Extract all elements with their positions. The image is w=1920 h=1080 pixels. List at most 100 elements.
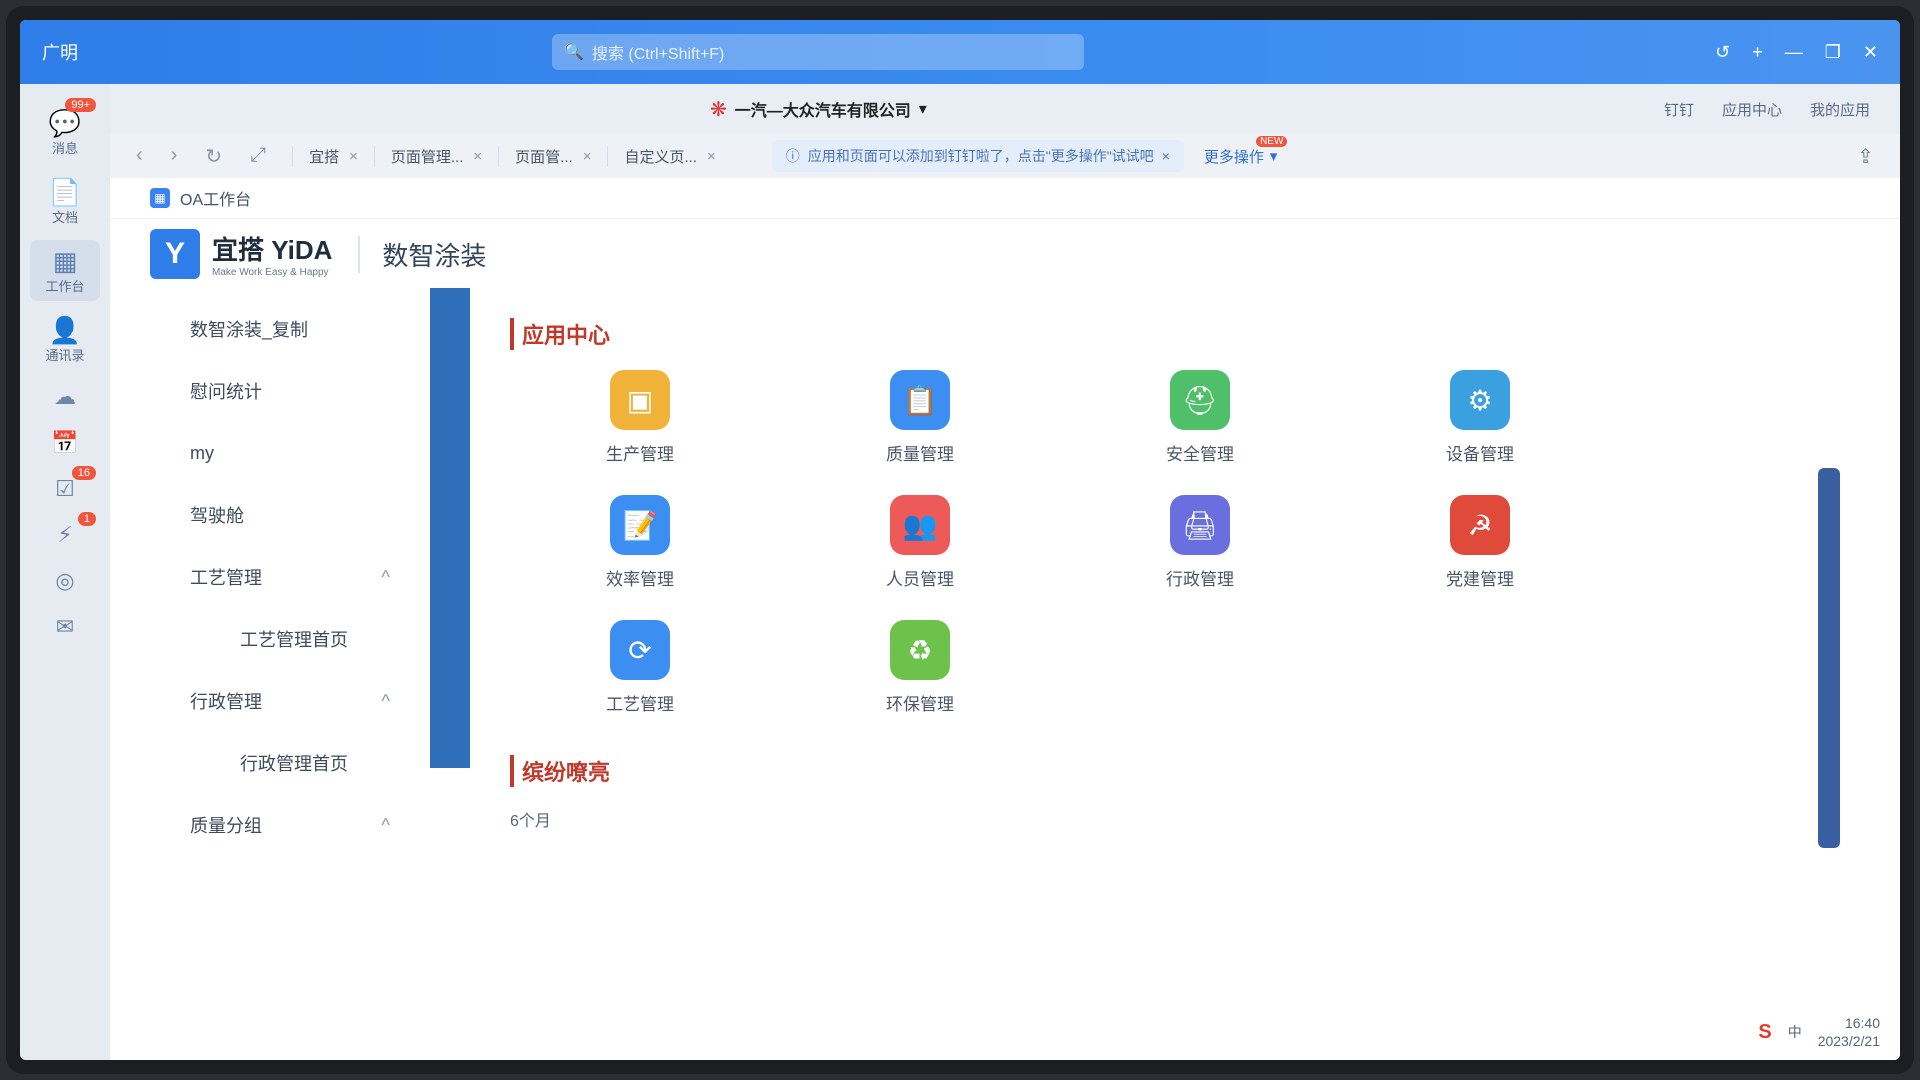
taskbar-tray: S 中 16:40 2023/2/21 bbox=[1758, 1014, 1880, 1050]
app-tile[interactable]: ☭ 党建管理 bbox=[1350, 495, 1610, 590]
chevron-up-icon[interactable]: ^ bbox=[382, 567, 390, 588]
window-controls: ↺ + — ❐ ✕ bbox=[1715, 42, 1900, 63]
close-tab-icon[interactable]: × bbox=[583, 148, 592, 165]
rail-apps[interactable]: ◎ bbox=[30, 562, 100, 600]
app-center-title: 应用中心 bbox=[510, 318, 1860, 350]
banner-strip bbox=[430, 288, 470, 768]
nav-subitem[interactable]: 行政管理首页 bbox=[110, 732, 430, 794]
app-label: 党建管理 bbox=[1446, 570, 1514, 589]
rail-item-contacts[interactable]: 👤 通讯录 bbox=[30, 309, 100, 370]
close-tab-icon[interactable]: × bbox=[473, 148, 482, 165]
title-bar: 广明 🔍 搜索 (Ctrl+Shift+F) ↺ + — ❐ ✕ bbox=[20, 20, 1900, 84]
rail-ding[interactable]: 1 ⚡ bbox=[30, 512, 100, 554]
more-actions-button[interactable]: 更多操作 ▾ NEW bbox=[1204, 135, 1288, 167]
chevron-up-icon[interactable]: ^ bbox=[382, 691, 390, 712]
nav-label: 行政管理首页 bbox=[240, 754, 348, 774]
app-tile[interactable]: 📝 效率管理 bbox=[510, 495, 770, 590]
refresh-icon[interactable]: ↻ bbox=[205, 144, 222, 169]
share-icon[interactable]: ⇪ bbox=[1857, 144, 1900, 169]
apps-icon: ◎ bbox=[55, 568, 75, 593]
app-grid: ▣ 生产管理 📋 质量管理 ⛑ 安全管理 ⚙ 设备管理 📝 效率管理 👥 人员管理 🖨 行政管理 ☭ 党建管理… bbox=[510, 370, 1860, 715]
header-link-dingtalk[interactable]: 钉钉 bbox=[1664, 99, 1694, 120]
search-placeholder: 搜索 (Ctrl+Shift+F) bbox=[591, 46, 725, 63]
rail-label: 通讯录 bbox=[45, 348, 85, 363]
nav-item[interactable]: 慰问统计 bbox=[110, 360, 430, 422]
app-tile[interactable]: ⚙ 设备管理 bbox=[1350, 370, 1610, 465]
add-icon[interactable]: + bbox=[1752, 42, 1763, 63]
close-tip-icon[interactable]: × bbox=[1162, 148, 1170, 164]
app-tile[interactable]: ⛑ 安全管理 bbox=[1070, 370, 1330, 465]
app-label: 质量管理 bbox=[886, 445, 954, 464]
rail-cloud[interactable]: ☁ bbox=[30, 378, 100, 416]
side-nav: 数智涂装_复制 慰问统计 my 驾驶舱 工艺管理 ^ 工艺管理首页 行政管理 ^ 行… bbox=[110, 288, 430, 1060]
rail-label: 文档 bbox=[51, 210, 78, 225]
search-input[interactable]: 🔍 搜索 (Ctrl+Shift+F) bbox=[552, 34, 1084, 70]
maximize-icon[interactable]: ❐ bbox=[1825, 42, 1841, 63]
oa-label: OA工作台 bbox=[180, 192, 252, 209]
todo-badge: 16 bbox=[71, 466, 96, 480]
header-link-app-center[interactable]: 应用中心 bbox=[1722, 99, 1782, 120]
nav-label: my bbox=[190, 442, 214, 463]
tab-page-mgmt[interactable]: 页面管理... × bbox=[373, 145, 498, 167]
app-tile[interactable]: ♻ 环保管理 bbox=[790, 620, 1050, 715]
nav-group[interactable]: 行政管理 ^ bbox=[110, 670, 430, 732]
app-label: 安全管理 bbox=[1166, 445, 1234, 464]
rail-mail[interactable]: ✉ bbox=[30, 608, 100, 646]
tab-yida[interactable]: 宜搭 × bbox=[292, 145, 374, 167]
chevron-down-icon: ▾ bbox=[918, 101, 927, 118]
nav-label: 工艺管理首页 bbox=[240, 630, 348, 650]
tab-page-mgmt-2[interactable]: 页面管... × bbox=[498, 145, 607, 167]
app-tile[interactable]: ⟳ 工艺管理 bbox=[510, 620, 770, 715]
app-tile[interactable]: 📋 质量管理 bbox=[790, 370, 1050, 465]
calendar-icon: 📅 bbox=[51, 430, 79, 455]
scrollbar[interactable] bbox=[1818, 468, 1840, 848]
main-panel: 应用中心 ▣ 生产管理 📋 质量管理 ⛑ 安全管理 ⚙ 设备管理 📝 效率管理 👥 人员管理 🖨 行政管理… bbox=[470, 288, 1900, 1060]
nav-item[interactable]: 驾驶舱 bbox=[110, 484, 430, 546]
mail-icon: ✉ bbox=[55, 614, 75, 639]
browser-nav: ‹ › ↻ ⤢ bbox=[110, 144, 292, 169]
fullscreen-icon[interactable]: ⤢ bbox=[250, 144, 266, 169]
tab-custom-page[interactable]: 自定义页... × bbox=[607, 145, 731, 167]
close-icon[interactable]: ✕ bbox=[1863, 42, 1878, 63]
clock[interactable]: 16:40 2023/2/21 bbox=[1818, 1014, 1880, 1050]
rail-item-messages[interactable]: 99+ 💬 消息 bbox=[30, 98, 100, 163]
nav-label: 慰问统计 bbox=[190, 382, 262, 402]
app-tile[interactable]: 👥 人员管理 bbox=[790, 495, 1050, 590]
company-switcher[interactable]: ❋ 一汽—大众汽车有限公司 ▾ bbox=[710, 97, 927, 122]
forward-icon[interactable]: › bbox=[171, 144, 178, 169]
rail-item-docs[interactable]: 📄 文档 bbox=[30, 171, 100, 232]
document-icon: 📄 bbox=[48, 177, 82, 207]
user-name: 广明 bbox=[42, 43, 78, 63]
history-icon[interactable]: ↺ bbox=[1715, 42, 1730, 63]
minimize-icon[interactable]: — bbox=[1785, 42, 1803, 63]
close-tab-icon[interactable]: × bbox=[349, 148, 358, 165]
yida-logo: Y bbox=[150, 229, 200, 279]
tip-banner: ⓘ 应用和页面可以添加到钉钉啦了，点击"更多操作"试试吧 × bbox=[771, 140, 1184, 172]
message-icon: 💬 bbox=[48, 108, 82, 138]
rail-item-workbench[interactable]: ▦ 工作台 bbox=[30, 240, 100, 301]
tab-strip: ‹ › ↻ ⤢ 宜搭 × 页面管理... × 页面管... × 自定义页... × ⓘ … bbox=[110, 134, 1900, 178]
back-icon[interactable]: ‹ bbox=[136, 144, 143, 169]
app-label: 工艺管理 bbox=[606, 695, 674, 714]
nav-group[interactable]: 质量分组 ^ bbox=[110, 794, 430, 856]
oa-workbench-bar[interactable]: ▦ OA工作台 bbox=[110, 178, 1900, 219]
rail-todo[interactable]: 16 ☑ bbox=[30, 466, 100, 508]
app-icon: ⟳ bbox=[610, 620, 670, 680]
app-tile[interactable]: ▣ 生产管理 bbox=[510, 370, 770, 465]
chevron-up-icon[interactable]: ^ bbox=[382, 815, 390, 836]
company-name: 一汽—大众汽车有限公司 bbox=[734, 103, 911, 120]
ime-lang[interactable]: 中 bbox=[1788, 1022, 1802, 1042]
todo-icon: ☑ bbox=[55, 476, 75, 501]
nav-item[interactable]: 数智涂装_复制 bbox=[110, 298, 430, 360]
clock-date: 2023/2/21 bbox=[1817, 1033, 1880, 1049]
ime-icon[interactable]: S bbox=[1758, 1021, 1771, 1044]
rail-calendar[interactable]: 📅 bbox=[30, 424, 100, 462]
nav-item[interactable]: my bbox=[110, 422, 430, 484]
close-tab-icon[interactable]: × bbox=[707, 148, 716, 165]
nav-label: 质量分组 bbox=[190, 816, 262, 836]
nav-subitem[interactable]: 工艺管理首页 bbox=[110, 608, 430, 670]
nav-group[interactable]: 工艺管理 ^ bbox=[110, 546, 430, 608]
app-tile[interactable]: 🖨 行政管理 bbox=[1070, 495, 1330, 590]
header-link-my-apps[interactable]: 我的应用 bbox=[1810, 99, 1870, 120]
brand: 宜搭 YiDA Make Work Easy & Happy bbox=[212, 230, 332, 278]
